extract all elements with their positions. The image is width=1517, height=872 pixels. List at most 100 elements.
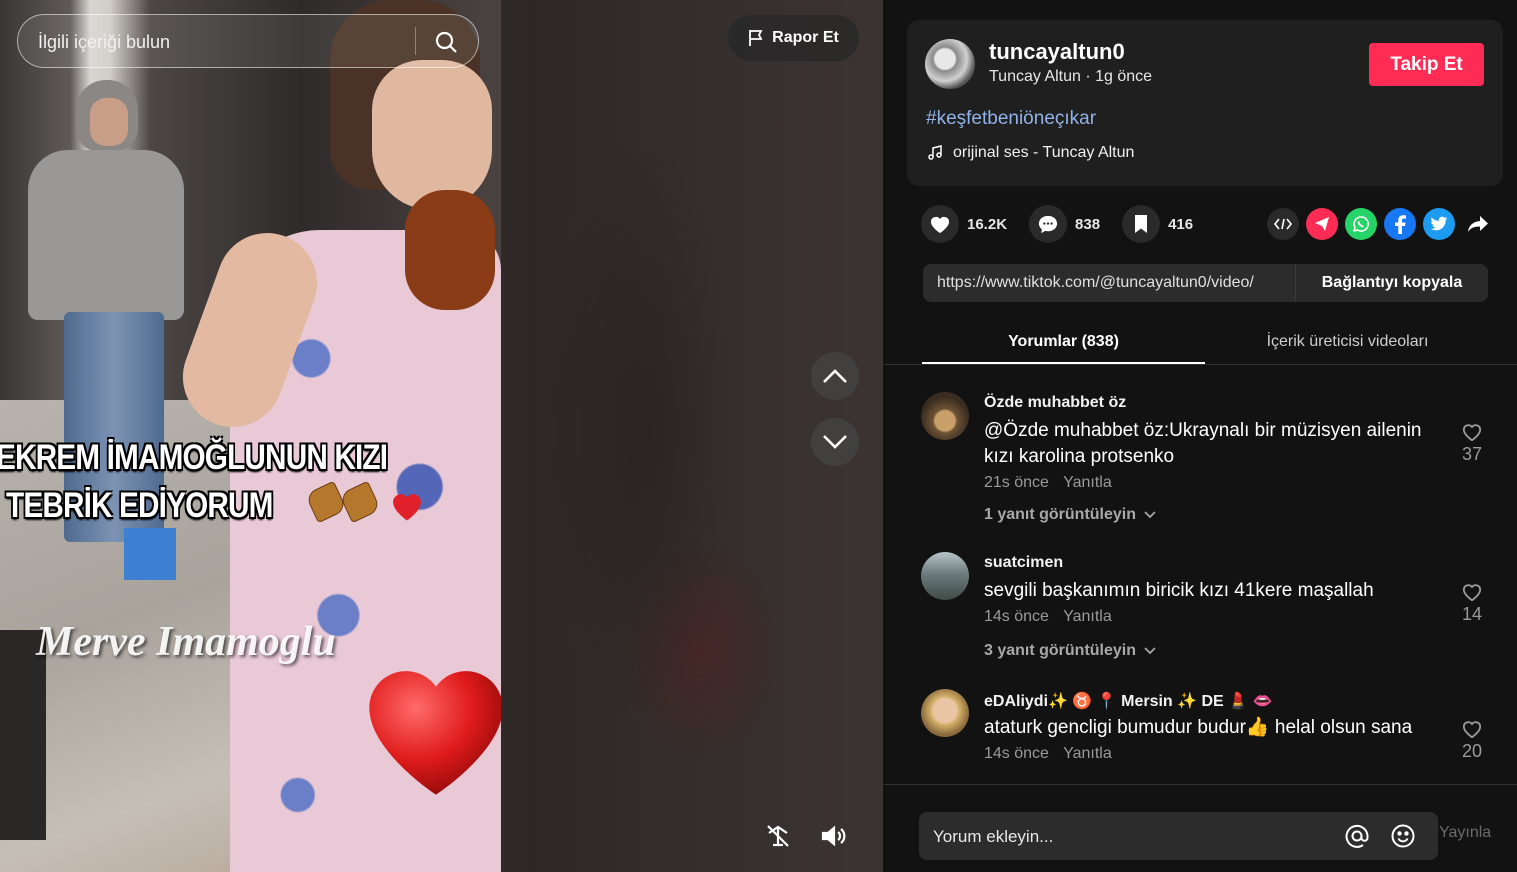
panel-tabs: Yorumlar (838) İçerik üreticisi videolar… xyxy=(922,320,1489,364)
comment-like-count: 20 xyxy=(1461,741,1483,761)
facebook-icon[interactable] xyxy=(1384,208,1416,240)
commenter-name[interactable]: Özde muhabbet öz xyxy=(984,394,1126,412)
commenter-avatar[interactable] xyxy=(921,392,969,440)
video-stage: EKREM İMAMOĞLUNUN KIZI TEBRİK EDİYORUM M… xyxy=(0,0,883,872)
divider xyxy=(883,784,1517,785)
post-info-card: tuncayaltun0 Tuncay Altun · 1g önce Taki… xyxy=(907,20,1503,186)
embed-icon[interactable] xyxy=(1267,208,1299,240)
volume-button[interactable] xyxy=(814,816,854,856)
emoji-icon[interactable] xyxy=(1389,822,1417,850)
twitter-icon[interactable] xyxy=(1423,208,1455,240)
comment-time: 14s önce xyxy=(984,745,1049,762)
divider xyxy=(883,364,1517,365)
small-heart-icon xyxy=(393,494,421,521)
comment-like-count: 37 xyxy=(1461,444,1483,464)
author-avatar[interactable] xyxy=(925,39,975,89)
author-username[interactable]: tuncayaltun0 xyxy=(989,39,1125,65)
video-link-box: https://www.tiktok.com/@tuncayaltun0/vid… xyxy=(923,264,1488,302)
mini-player-button[interactable] xyxy=(758,816,798,856)
post-time: 1g önce xyxy=(1095,68,1153,85)
subline-separator: · xyxy=(1080,68,1096,85)
music-link[interactable]: orijinal ses - Tuncay Altun xyxy=(927,144,1134,162)
previous-video-button[interactable] xyxy=(811,352,859,400)
comment-time: 21s önce xyxy=(984,474,1049,491)
comment-meta: 14s önce Yanıtla xyxy=(984,608,1122,626)
save-stat[interactable]: 416 xyxy=(1122,205,1193,243)
comment-meta: 14s önce Yanıtla xyxy=(984,745,1122,763)
commenter-avatar[interactable] xyxy=(921,689,969,737)
video-box xyxy=(124,528,176,580)
tab-comments[interactable]: Yorumlar (838) xyxy=(922,320,1205,364)
heart-icon xyxy=(930,216,950,234)
view-replies-button[interactable]: 3 yanıt görüntüleyin xyxy=(984,642,1156,660)
video-watermark: Merve Imamoglu xyxy=(36,619,336,665)
heart-outline-icon xyxy=(1462,584,1482,602)
reply-button[interactable]: Yanıtla xyxy=(1063,745,1112,762)
view-replies-label: 3 yanıt görüntüleyin xyxy=(984,642,1137,659)
comment-stat[interactable]: 838 xyxy=(1029,205,1100,243)
save-count: 416 xyxy=(1168,215,1194,233)
commenter-name[interactable]: suatcimen xyxy=(984,554,1063,572)
details-panel: tuncayaltun0 Tuncay Altun · 1g önce Taki… xyxy=(883,0,1517,872)
video-player[interactable]: EKREM İMAMOĞLUNUN KIZI TEBRİK EDİYORUM M… xyxy=(0,0,501,872)
comment-list: Özde muhabbet öz @Özde muhabbet öz:Ukray… xyxy=(883,366,1517,784)
author-subline: Tuncay Altun · 1g önce xyxy=(989,68,1152,86)
comment-time: 14s önce xyxy=(984,608,1049,625)
comment-like-button[interactable]: 20 xyxy=(1457,719,1487,762)
post-comment-button[interactable]: Yayınla xyxy=(1439,824,1491,842)
search-icon[interactable] xyxy=(430,26,462,58)
comment-like-count: 14 xyxy=(1461,604,1483,624)
search-bar xyxy=(17,14,479,69)
mini-player-icon xyxy=(767,825,789,847)
at-icon[interactable] xyxy=(1343,822,1371,850)
engagement-stats: 16.2K 838 416 xyxy=(921,204,1215,244)
video-caption-line-1: EKREM İMAMOĞLUNUN KIZI xyxy=(0,438,388,477)
comment-count: 838 xyxy=(1075,215,1101,233)
bookmark-icon xyxy=(1135,215,1148,233)
comment-meta: 21s önce Yanıtla xyxy=(984,474,1122,492)
view-replies-label: 1 yanıt görüntüleyin xyxy=(984,506,1137,523)
flag-icon xyxy=(749,30,763,46)
video-person-background xyxy=(28,80,188,550)
comment-text: @Özde muhabbet öz:Ukraynalı bir müzisyen… xyxy=(984,420,1422,467)
copy-link-button[interactable]: Bağlantıyı kopyala xyxy=(1295,264,1488,302)
comment-text: ataturk gencligi bumudur budur👍 helal ol… xyxy=(984,717,1413,738)
like-count: 16.2K xyxy=(967,215,1008,233)
comment-like-button[interactable]: 14 xyxy=(1457,582,1487,625)
commenter-name[interactable]: eDAliydi✨ ♉ 📍 Mersin ✨ DE 💄 👄 xyxy=(984,691,1272,711)
comment-text: sevgili başkanımın biricik kızı 41kere m… xyxy=(984,580,1374,601)
comment-bubble-icon xyxy=(1038,215,1058,234)
comment-input[interactable] xyxy=(931,812,1335,862)
comment-like-button[interactable]: 37 xyxy=(1457,422,1487,465)
author-display-name[interactable]: Tuncay Altun xyxy=(989,68,1081,85)
clapping-hands-icon xyxy=(304,480,382,524)
telegram-icon[interactable] xyxy=(1306,208,1338,240)
comment-composer xyxy=(919,812,1438,862)
chevron-down-icon xyxy=(1144,647,1156,655)
next-video-button[interactable] xyxy=(811,418,859,466)
share-arrow-icon[interactable] xyxy=(1462,208,1494,240)
whatsapp-icon[interactable] xyxy=(1345,208,1377,240)
search-divider xyxy=(415,27,416,55)
chevron-up-icon xyxy=(823,369,847,383)
reply-button[interactable]: Yanıtla xyxy=(1063,608,1112,625)
commenter-avatar[interactable] xyxy=(921,552,969,600)
hashtag-link[interactable]: #keşfetbeniöneçıkar xyxy=(926,108,1096,130)
video-caption-line-2: TEBRİK EDİYORUM xyxy=(6,486,273,525)
like-stat[interactable]: 16.2K xyxy=(921,205,1007,243)
reply-button[interactable]: Yanıtla xyxy=(1063,474,1112,491)
volume-icon xyxy=(821,825,846,847)
report-label: Rapor Et xyxy=(772,29,839,46)
search-input[interactable] xyxy=(36,15,420,69)
view-replies-button[interactable]: 1 yanıt görüntüleyin xyxy=(984,506,1156,524)
share-buttons xyxy=(1267,208,1494,240)
follow-button[interactable]: Takip Et xyxy=(1369,43,1484,86)
tab-creator-videos[interactable]: İçerik üreticisi videoları xyxy=(1206,320,1489,364)
music-title: orijinal ses - Tuncay Altun xyxy=(953,144,1135,161)
heart-outline-icon xyxy=(1462,424,1482,442)
video-link-url[interactable]: https://www.tiktok.com/@tuncayaltun0/vid… xyxy=(937,264,1295,302)
music-note-icon xyxy=(928,145,942,160)
chevron-down-icon xyxy=(1144,511,1156,519)
report-button[interactable]: Rapor Et xyxy=(728,15,859,61)
heart-outline-icon xyxy=(1462,721,1482,739)
